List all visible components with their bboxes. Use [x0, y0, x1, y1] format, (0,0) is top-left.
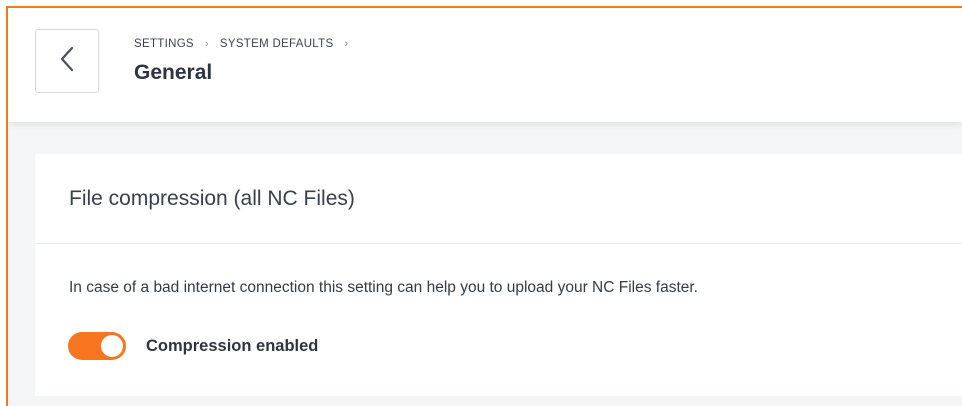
- breadcrumb: SETTINGS › SYSTEM DEFAULTS ›: [134, 38, 359, 50]
- page-header: SETTINGS › SYSTEM DEFAULTS › General: [8, 8, 962, 122]
- compression-toggle[interactable]: [68, 332, 126, 360]
- section-description: In case of a bad internet connection thi…: [69, 279, 698, 296]
- chevron-left-icon: [59, 46, 75, 77]
- settings-card: File compression (all NC Files) In case …: [35, 154, 962, 396]
- breadcrumb-separator: ›: [204, 38, 209, 50]
- compression-toggle-row: Compression enabled: [68, 332, 318, 360]
- app-frame: SETTINGS › SYSTEM DEFAULTS › General Fil…: [6, 6, 962, 406]
- back-button[interactable]: [35, 29, 99, 93]
- section-title: File compression (all NC Files): [69, 186, 355, 210]
- breadcrumb-separator: ›: [344, 38, 349, 50]
- card-header: File compression (all NC Files): [35, 154, 962, 244]
- breadcrumb-item-settings[interactable]: SETTINGS: [134, 38, 194, 50]
- toggle-knob: [101, 335, 123, 357]
- page-title: General: [134, 61, 213, 84]
- compression-toggle-label[interactable]: Compression enabled: [146, 337, 318, 356]
- breadcrumb-item-system-defaults[interactable]: SYSTEM DEFAULTS: [220, 38, 334, 50]
